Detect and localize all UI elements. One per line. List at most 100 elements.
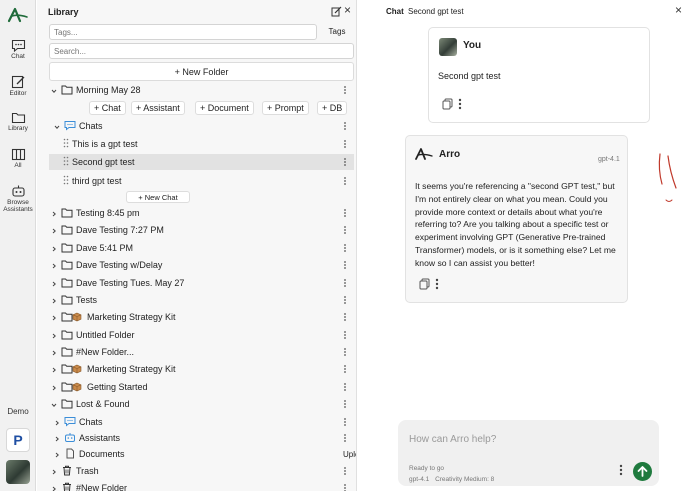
- chevron-right-icon[interactable]: [51, 484, 57, 491]
- rail-item-editor[interactable]: Editor: [0, 75, 36, 97]
- tree-item-folder[interactable]: Morning May 28: [49, 82, 354, 98]
- tree-item-trash[interactable]: Trash: [49, 463, 354, 479]
- more-options-icon[interactable]: [343, 416, 347, 428]
- more-options-icon[interactable]: [343, 120, 347, 132]
- more-options-icon[interactable]: [343, 224, 347, 236]
- tree-item-assistants[interactable]: Assistants: [49, 430, 354, 446]
- chevron-right-icon[interactable]: [51, 467, 57, 475]
- message-author: You: [463, 40, 482, 51]
- more-options-icon[interactable]: [343, 346, 347, 358]
- copy-icon[interactable]: [442, 98, 453, 110]
- close-icon[interactable]: ×: [675, 4, 682, 16]
- more-options-icon[interactable]: [343, 207, 347, 219]
- upload-button[interactable]: Upload: [343, 450, 356, 459]
- chevron-right-icon[interactable]: [51, 279, 57, 287]
- rail-item-library[interactable]: Library: [0, 111, 36, 132]
- model-badge: gpt-4.1: [598, 156, 620, 163]
- tree-item-documents[interactable]: Documents: [49, 446, 354, 462]
- more-options-icon[interactable]: [343, 465, 347, 477]
- search-input[interactable]: [49, 43, 354, 59]
- tree-item-kit[interactable]: Marketing Strategy Kit: [49, 361, 354, 377]
- chevron-right-icon[interactable]: [51, 209, 57, 217]
- tree-item-folder[interactable]: Testing 8:45 pm: [49, 205, 354, 221]
- tree-item-folder[interactable]: Dave Testing 7:27 PM: [49, 222, 354, 238]
- rail-item-all[interactable]: All: [0, 148, 36, 169]
- workspace-badge[interactable]: P: [6, 428, 30, 452]
- tree-item-kit[interactable]: Marketing Strategy Kit: [49, 309, 354, 325]
- add-prompt-button[interactable]: + Prompt: [262, 101, 309, 115]
- more-options-icon[interactable]: [343, 138, 347, 150]
- rail-item-browse-assistants[interactable]: Browse Assistants: [0, 184, 36, 213]
- chat-composer[interactable]: How can Arro help? Ready to go gpt-4.1 C…: [398, 420, 659, 486]
- chevron-right-icon[interactable]: [54, 450, 60, 458]
- tree-item-folder[interactable]: Dave 5:41 PM: [49, 240, 354, 256]
- chevron-right-icon[interactable]: [51, 261, 57, 269]
- more-options-icon[interactable]: [343, 156, 347, 168]
- rail-item-chat[interactable]: Chat: [0, 39, 36, 60]
- message-input-placeholder[interactable]: How can Arro help?: [409, 434, 496, 445]
- chat-list-item[interactable]: This is a gpt test: [49, 136, 354, 152]
- chevron-right-icon[interactable]: [51, 365, 57, 373]
- chevron-right-icon[interactable]: [51, 383, 57, 391]
- add-assistant-button[interactable]: + Assistant: [131, 101, 185, 115]
- arrow-up-icon: [637, 466, 648, 477]
- tags-button[interactable]: Tags: [321, 24, 353, 40]
- more-options-icon[interactable]: [343, 398, 347, 410]
- more-options-icon[interactable]: [343, 84, 347, 96]
- user-avatar[interactable]: [6, 460, 30, 484]
- more-options-icon[interactable]: [343, 259, 347, 271]
- more-options-icon[interactable]: [343, 311, 347, 323]
- tree-item-kit[interactable]: Getting Started: [49, 379, 354, 395]
- more-options-icon[interactable]: [343, 277, 347, 289]
- more-options-icon[interactable]: [343, 432, 347, 444]
- add-db-button[interactable]: + DB: [317, 101, 348, 115]
- tree-item-folder[interactable]: #New Folder...: [49, 344, 354, 360]
- chevron-right-icon[interactable]: [51, 348, 57, 356]
- more-options-icon[interactable]: [343, 175, 347, 187]
- close-icon[interactable]: ×: [344, 4, 351, 16]
- model-label[interactable]: gpt-4.1: [409, 476, 429, 483]
- tree-item-folder[interactable]: Dave Testing w/Delay: [49, 257, 354, 273]
- chevron-down-icon[interactable]: [51, 86, 57, 93]
- add-document-button[interactable]: + Document: [195, 101, 254, 115]
- tree-item-label: Dave Testing w/Delay: [76, 260, 163, 270]
- more-options-icon[interactable]: [619, 464, 623, 476]
- chevron-right-icon[interactable]: [51, 226, 57, 234]
- tags-input[interactable]: [49, 24, 317, 40]
- more-options-icon[interactable]: [343, 329, 347, 341]
- tree-item-chats[interactable]: Chats: [49, 414, 354, 430]
- creativity-label[interactable]: Creativity Medium: 8: [435, 476, 494, 483]
- more-options-icon[interactable]: [458, 98, 462, 110]
- more-options-icon[interactable]: [343, 363, 347, 375]
- tree-item-folder[interactable]: Dave Testing Tues. May 27: [49, 275, 354, 291]
- more-options-icon[interactable]: [435, 278, 439, 290]
- chat-list-item[interactable]: third gpt test: [49, 173, 354, 189]
- new-folder-button[interactable]: + New Folder: [49, 62, 354, 81]
- chevron-right-icon[interactable]: [51, 331, 57, 339]
- more-options-icon[interactable]: [343, 294, 347, 306]
- chevron-right-icon[interactable]: [54, 418, 60, 426]
- tree-item-trash[interactable]: #New Folder: [49, 480, 354, 491]
- new-chat-button[interactable]: + New Chat: [126, 191, 190, 203]
- add-chat-button[interactable]: + Chat: [89, 101, 126, 115]
- chevron-down-icon[interactable]: [54, 122, 60, 129]
- edit-icon[interactable]: [331, 6, 342, 17]
- chat-list-item[interactable]: Second gpt test: [49, 154, 354, 170]
- tree-item-chats[interactable]: Chats: [49, 118, 354, 134]
- chevron-right-icon[interactable]: [51, 296, 57, 304]
- tree-item-folder[interactable]: Untitled Folder: [49, 327, 354, 343]
- chevron-right-icon[interactable]: [54, 434, 60, 442]
- more-options-icon[interactable]: [343, 381, 347, 393]
- tree-item-folder[interactable]: Tests: [49, 292, 354, 308]
- send-button[interactable]: [633, 462, 652, 481]
- more-options-icon[interactable]: [343, 242, 347, 254]
- chevron-down-icon[interactable]: [51, 400, 57, 407]
- app-rail: Chat Editor Library All Browse Assistant…: [0, 0, 36, 491]
- tree-item-label: Chats: [79, 417, 103, 427]
- tree-item-folder[interactable]: Lost & Found: [49, 396, 354, 412]
- chevron-right-icon[interactable]: [51, 313, 57, 321]
- message-text: Second gpt test: [438, 71, 501, 81]
- more-options-icon[interactable]: [343, 482, 347, 491]
- chevron-right-icon[interactable]: [51, 244, 57, 252]
- copy-icon[interactable]: [419, 278, 430, 290]
